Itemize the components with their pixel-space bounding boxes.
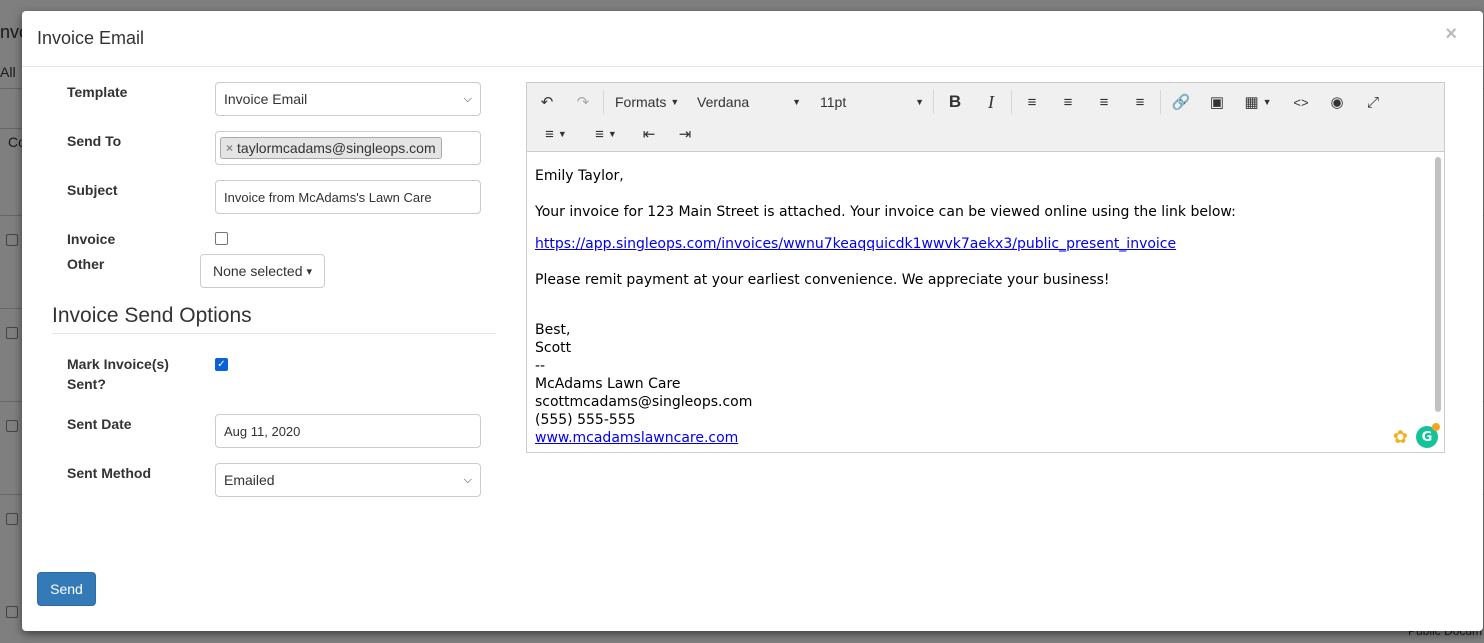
editor-scrollbar-thumb[interactable] [1435,157,1441,412]
send-to-field[interactable]: × taylormcadams@singleops.com [215,131,481,165]
redo-icon[interactable]: ↷ [571,90,595,114]
email-signature-company: McAdams Lawn Care [535,376,681,392]
email-body-line: Please remit payment at your earliest co… [535,272,1110,288]
toolbar-separator [1011,90,1012,114]
close-icon[interactable]: × [1445,23,1457,46]
preview-eye-icon[interactable]: ◉ [1325,90,1349,114]
image-icon[interactable]: ▣ [1205,90,1229,114]
email-signature-name: Scott [535,340,572,356]
sent-date-value: Aug 11, 2020 [224,423,301,439]
table-icon[interactable]: ▦ ▼ [1241,90,1275,114]
caret-down-icon: ▼ [607,129,617,139]
email-signature-email: scottmcadams@singleops.com [535,394,753,410]
align-right-icon[interactable]: ≡ [1092,90,1116,114]
font-size-label: 11pt [820,94,847,110]
caret-down-icon: ▾ [306,265,313,278]
sent-date-input[interactable]: Aug 11, 2020 [215,414,481,448]
mark-sent-checkbox[interactable]: ✓ [215,358,228,371]
section-title: Invoice Send Options [52,304,252,327]
caret-down-icon: ▼ [915,97,924,107]
section-divider [52,333,496,334]
mark-sent-label: Mark Invoice(s) [67,356,169,372]
remove-tag-icon[interactable]: × [226,141,233,155]
subject-input-value: Invoice from McAdams's Lawn Care [224,189,432,205]
bullet-list-icon[interactable]: ≡ ▼ [537,122,575,146]
template-select-value: Invoice Email [224,91,308,107]
outdent-icon[interactable]: ⇤ [637,122,661,146]
align-justify-icon[interactable]: ≡ [1128,90,1152,114]
bold-icon[interactable]: B [943,90,967,114]
template-select[interactable]: Invoice Email ⌵ [215,82,481,116]
email-closing: Best, [535,322,571,338]
caret-down-icon: ▼ [670,97,680,107]
email-editor: ↶ ↷ Formats ▼ Verdana ▼ 11pt ▼ B I ≡ ≡ ≡ ≡ … [526,82,1445,453]
recipient-tag-email: taylormcadams@singleops.com [237,140,436,156]
subject-input[interactable]: Invoice from McAdams's Lawn Care [215,180,481,214]
fullscreen-icon[interactable]: ⤢ [1361,90,1385,114]
mark-sent-label-line2: Sent? [67,376,106,392]
toolbar-separator [1160,90,1161,114]
editor-content[interactable]: Emily Taylor, Your invoice for 123 Main … [527,153,1444,452]
font-size-dropdown[interactable]: 11pt ▼ [820,90,924,114]
modal-title: Invoice Email [37,28,145,48]
other-label: Other [67,256,105,272]
caret-down-icon: ▼ [1262,97,1272,107]
italic-icon[interactable]: I [979,90,1003,114]
undo-icon[interactable]: ↶ [535,90,559,114]
code-icon[interactable]: <> [1289,90,1313,114]
other-dropdown[interactable]: None selected ▾ [200,254,326,288]
sent-method-label: Sent Method [67,465,151,481]
formats-label: Formats [615,94,667,110]
email-signature-separator: -- [535,358,546,374]
send-button[interactable]: Send [37,572,96,606]
align-left-icon[interactable]: ≡ [1020,90,1044,114]
template-label: Template [67,84,128,100]
indent-icon[interactable]: ⇥ [673,122,697,146]
numbered-list-icon[interactable]: ≡ ▼ [587,122,625,146]
sent-method-value: Emailed [224,472,275,488]
caret-down-icon: ▼ [557,129,567,139]
toolbar-separator [603,90,604,114]
website-link[interactable]: www.mcadamslawncare.com [535,430,738,446]
link-icon[interactable]: 🔗 [1169,90,1193,114]
align-center-icon[interactable]: ≡ [1056,90,1080,114]
email-body-line: Your invoice for 123 Main Street is atta… [535,204,1236,220]
recipient-tag: × taylormcadams@singleops.com [220,137,442,159]
font-family-label: Verdana [697,94,750,110]
email-signature-phone: (555) 555-555 [535,412,636,428]
caret-down-icon: ▼ [792,97,801,107]
grammarly-badge-icon [1432,423,1440,431]
chevron-down-icon: ⌵ [463,473,472,486]
sent-method-select[interactable]: Emailed ⌵ [215,463,481,497]
toolbar-separator [933,90,934,114]
celebrate-hands-icon[interactable]: ✿ [1393,427,1408,448]
chevron-down-icon: ⌵ [463,92,472,105]
invoice-link[interactable]: https://app.singleops.com/invoices/wwnu7… [535,236,1176,252]
email-greeting: Emily Taylor, [535,168,624,184]
invoice-label: Invoice [67,231,116,247]
font-family-dropdown[interactable]: Verdana ▼ [697,90,801,114]
subject-label: Subject [67,182,118,198]
sent-date-label: Sent Date [67,416,132,432]
modal-header: Invoice Email × [22,11,1483,67]
editor-toolbar: ↶ ↷ Formats ▼ Verdana ▼ 11pt ▼ B I ≡ ≡ ≡ ≡ … [527,83,1444,152]
formats-dropdown[interactable]: Formats ▼ [615,90,679,114]
other-dropdown-value: None selected [213,263,303,279]
invoice-checkbox[interactable] [215,232,228,245]
send-to-label: Send To [67,133,122,149]
invoice-email-modal: Invoice Email × Template Invoice Email ⌵… [22,11,1483,631]
